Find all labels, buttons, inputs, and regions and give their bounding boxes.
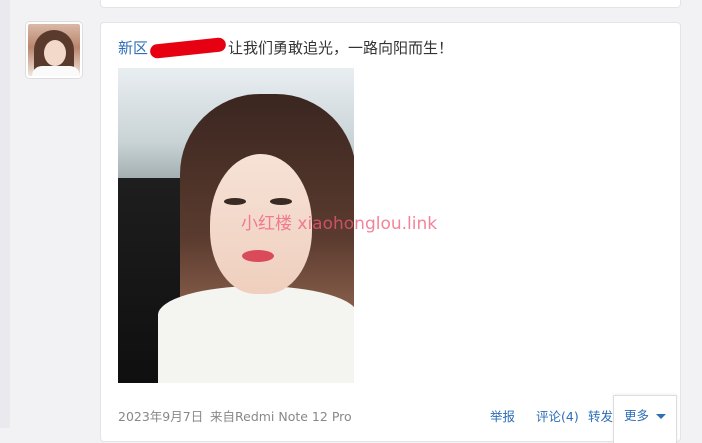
repost-link[interactable]: 转发 [588,407,613,427]
avatar[interactable] [26,22,82,78]
watermark-text: 小红楼 xiaohonglou.link [241,214,438,234]
post-username-link[interactable]: 新区 [118,39,148,57]
post-body: 让我们勇敢追光，一路向阳而生！ [228,39,454,57]
report-link[interactable]: 举报 [490,407,515,427]
caret-down-icon [656,414,666,419]
comment-link[interactable]: 评论(4) [536,407,579,427]
avatar-shirt [32,66,80,76]
more-label: 更多 [624,408,650,423]
more-dropdown-button[interactable]: 更多 [613,395,677,443]
photo-eye [270,198,292,205]
post-date: 2023年9月7日 [118,409,204,424]
redaction-mark [149,37,227,59]
page-left-margin [0,0,10,428]
post-source: 来自Redmi Note 12 Pro [210,409,352,424]
photo-lips [242,250,274,262]
photo-shirt [158,286,354,383]
avatar-face [44,40,66,66]
previous-post-card [100,0,681,8]
post-text: 新区 让我们勇敢追光，一路向阳而生！ [118,37,658,59]
photo-eye [224,198,246,205]
post-card: 新区 让我们勇敢追光，一路向阳而生！ 小红楼 xiaohonglou.link 2… [100,22,681,443]
